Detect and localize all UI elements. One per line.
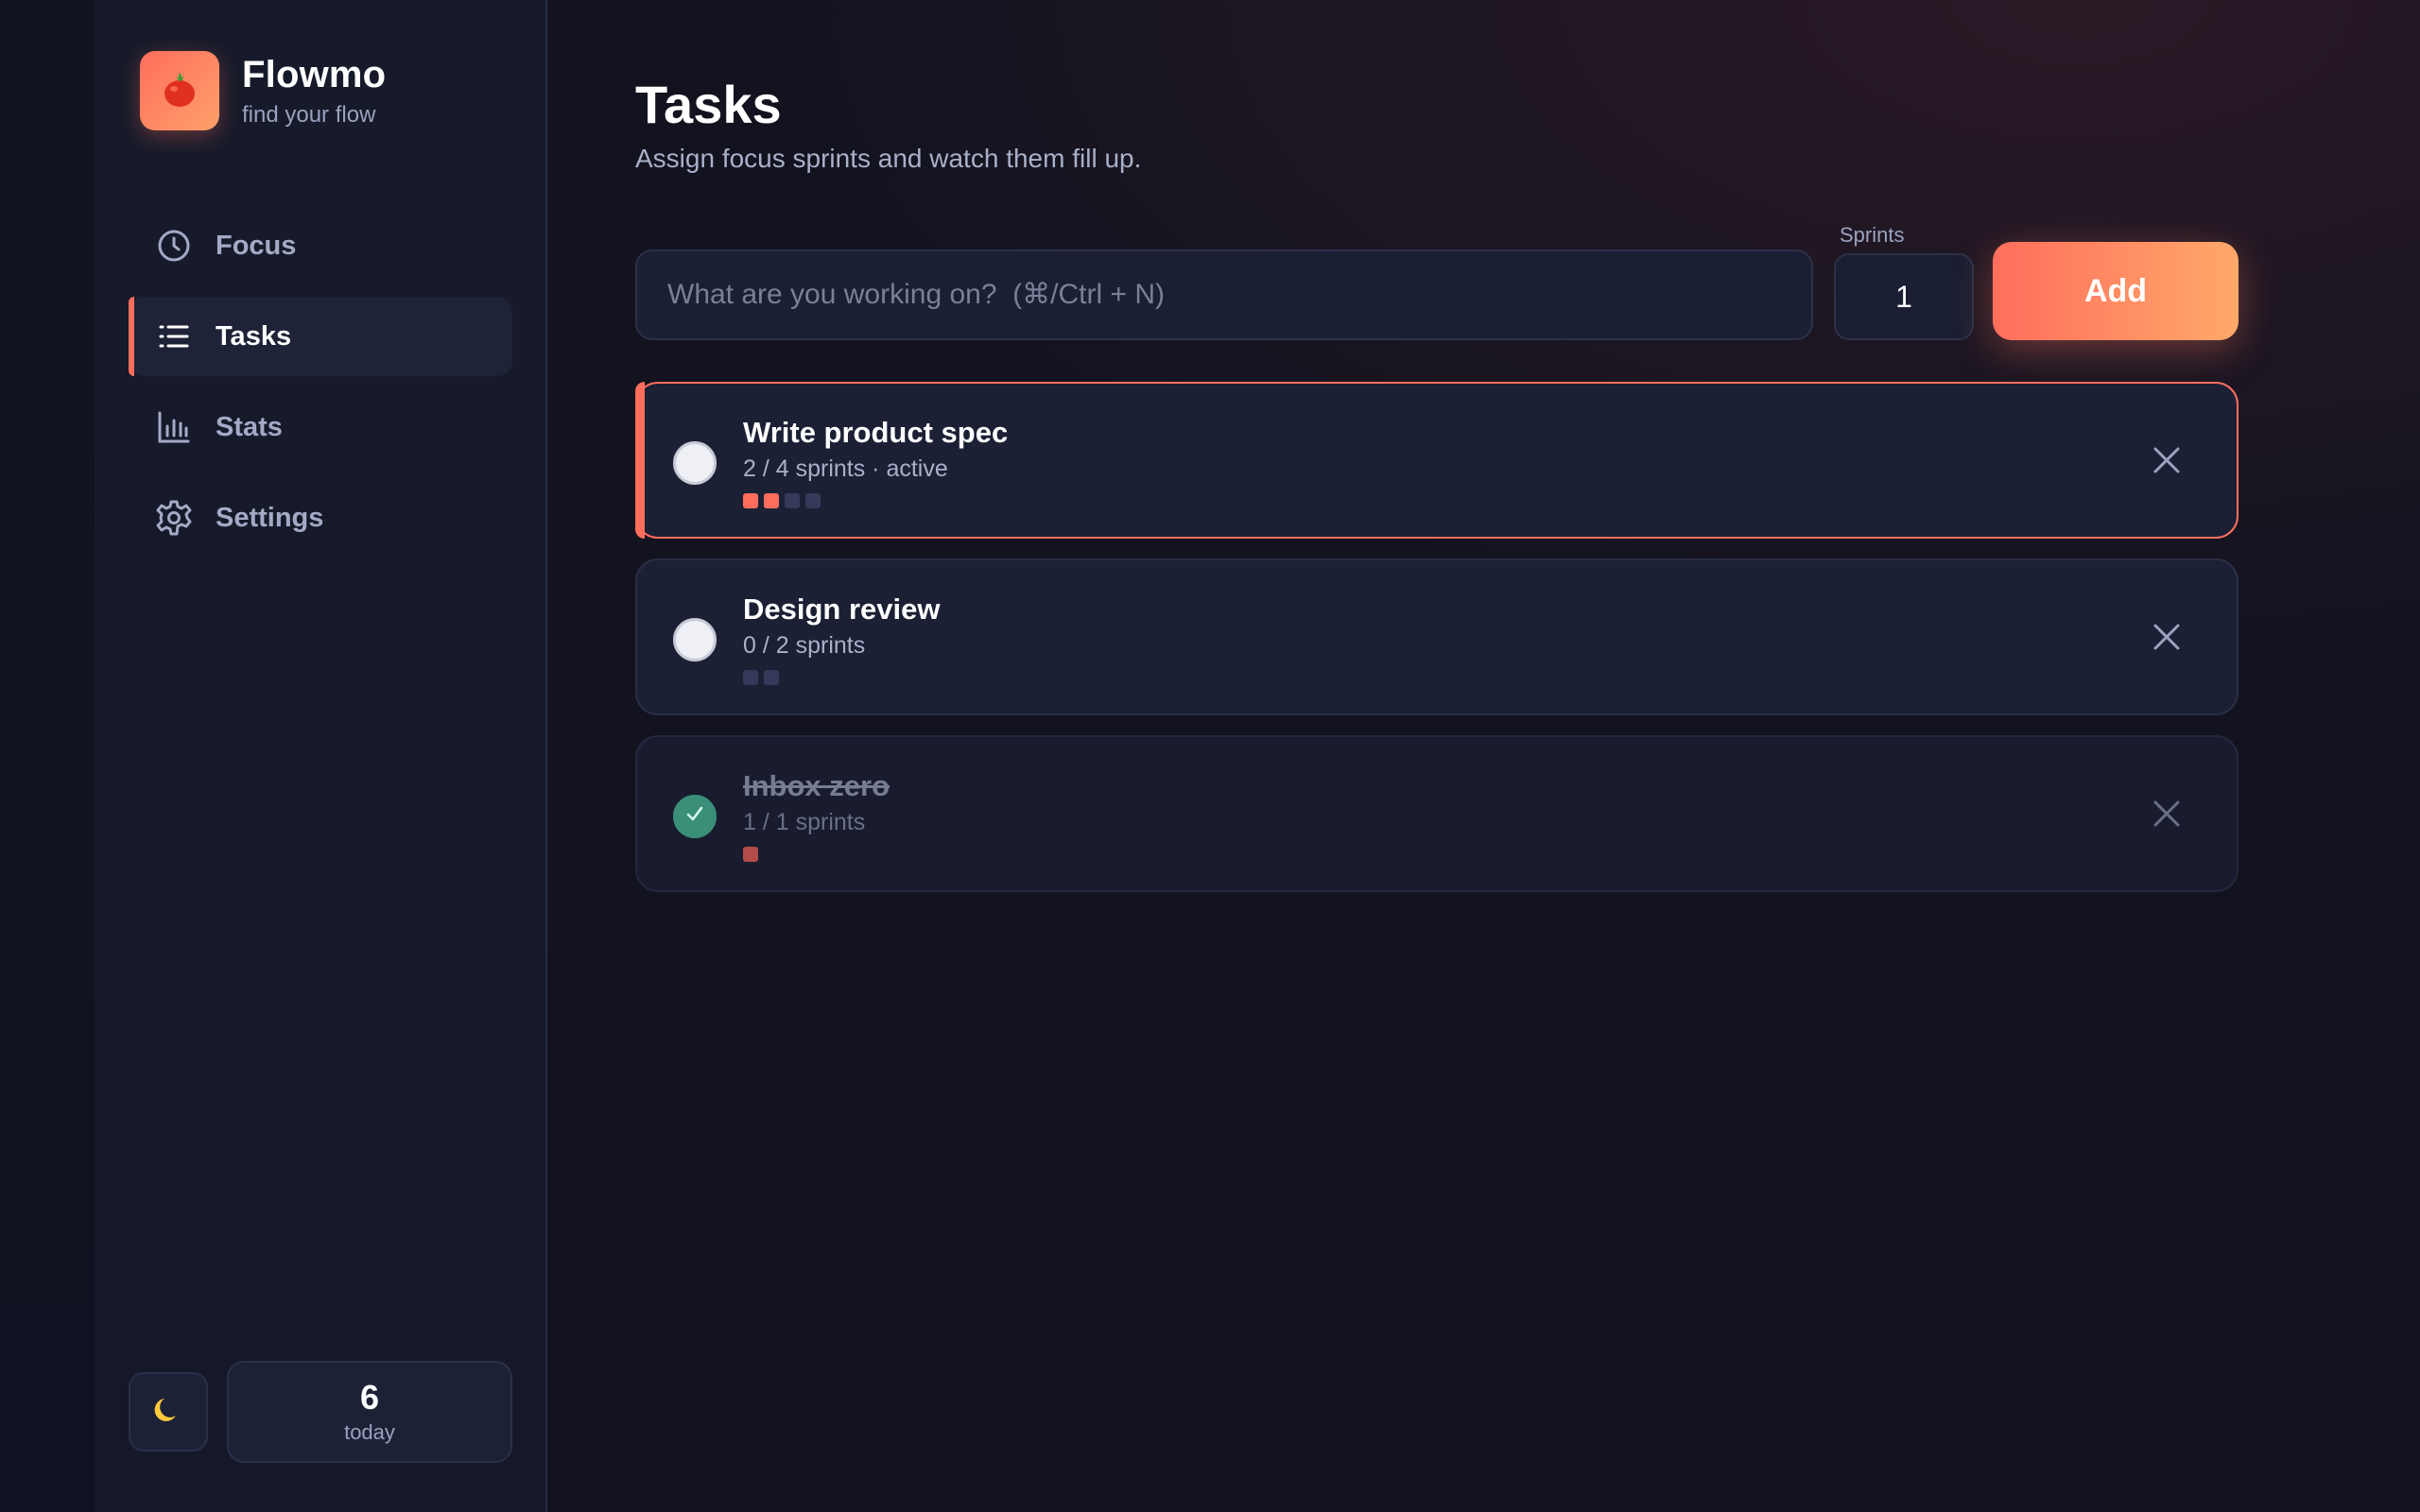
sprint-progress [743,670,785,685]
close-icon [2152,446,2181,479]
sidebar-item-stats[interactable]: Stats [129,387,512,467]
task-card[interactable]: Write product spec 2 / 4 sprints · activ… [635,382,2238,539]
sidebar-item-label: Stats [216,411,283,442]
sprint-dot-empty [743,670,758,685]
gear-icon [155,499,193,537]
app-tagline: find your flow [242,102,376,128]
task-title: Design review [743,593,941,626]
list-icon [155,318,193,355]
task-complete-checkbox[interactable] [673,618,717,662]
sidebar-item-label: Settings [216,502,324,533]
close-icon [2152,799,2181,833]
task-meta: 2 / 4 sprints · active [743,455,948,482]
delete-task-button[interactable] [2148,620,2186,658]
page-subtitle: Assign focus sprints and watch them fill… [635,144,1142,173]
sprint-dot-filled [743,493,758,508]
task-card[interactable]: Design review 0 / 2 sprints [635,558,2238,715]
delete-task-button[interactable] [2148,797,2186,834]
sidebar-item-focus[interactable]: Focus [129,206,512,285]
sidebar-item-label: Focus [216,230,297,261]
sprint-dot-filled [743,847,758,862]
moon-icon [151,1393,185,1432]
add-task-button[interactable]: Add [1993,242,2238,340]
task-title: Inbox zero [743,769,890,802]
window-edge [0,0,95,1512]
task-meta: 1 / 1 sprints [743,809,866,835]
task-list: Write product spec 2 / 4 sprints · activ… [635,382,2238,912]
task-name-input[interactable] [635,249,1813,340]
task-complete-checkbox[interactable] [673,795,717,838]
sprint-dot-empty [785,493,800,508]
sidebar-nav: Focus Tasks Stats Settings [129,206,512,569]
today-counter: 6 today [227,1361,512,1463]
sprint-progress [743,493,826,508]
bar-chart-icon [155,408,193,446]
task-meta: 0 / 2 sprints [743,632,866,659]
delete-task-button[interactable] [2148,443,2186,481]
sprint-dot-empty [805,493,821,508]
sprints-count-input[interactable] [1834,253,1974,340]
sidebar-item-tasks[interactable]: Tasks [129,297,512,376]
task-complete-checkbox[interactable] [673,441,717,485]
sidebar-item-label: Tasks [216,320,292,352]
close-icon [2152,623,2181,656]
page-title: Tasks [635,75,782,134]
today-count: 6 [359,1378,380,1417]
today-label: today [344,1420,395,1444]
task-title: Write product spec [743,416,1009,449]
clock-icon [155,227,193,265]
sprint-dot-empty [764,670,779,685]
checkmark-icon [684,803,705,831]
task-card[interactable]: Inbox zero 1 / 1 sprints [635,735,2238,892]
app-name: Flowmo [242,54,387,95]
sprint-progress [743,847,764,862]
tomato-icon [140,51,219,130]
sprints-label: Sprints [1840,223,1905,247]
sidebar: Flowmo find your flow Focus Tasks Stats … [95,0,547,1512]
brand: Flowmo find your flow [140,51,386,130]
theme-toggle-button[interactable] [129,1372,208,1452]
sidebar-item-settings[interactable]: Settings [129,478,512,558]
sprint-dot-filled [764,493,779,508]
